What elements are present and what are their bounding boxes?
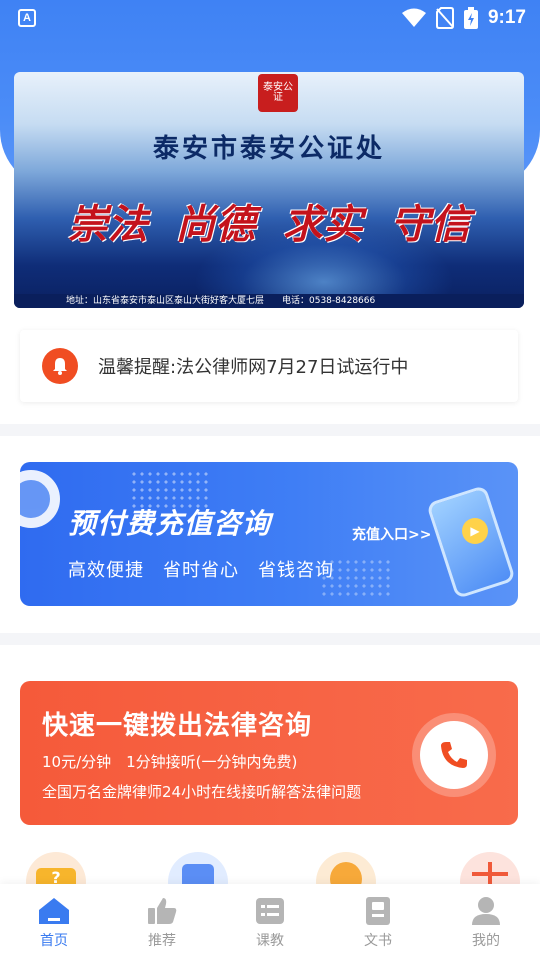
accessibility-icon: A [18, 9, 36, 27]
person-icon [472, 897, 500, 925]
call-button[interactable] [412, 713, 496, 797]
battery-charging-icon [463, 7, 478, 29]
tab-courses[interactable]: 课教 [216, 884, 324, 960]
prepay-consult-banner[interactable]: 预付费充值咨询 高效便捷 省时省心 省钱咨询 充值入口>> ▶ [20, 462, 518, 606]
play-icon: ▶ [462, 518, 488, 544]
section-divider [0, 633, 540, 645]
tab-label: 文书 [364, 933, 392, 949]
quick-call-consult-card[interactable]: 快速一键拨出法律咨询 10元/分钟 1分钟接听(一分钟内免费) 全国万名金牌律师… [20, 681, 518, 825]
app-screen: A 9:17 泰安公证 泰安市泰安公证处 崇法 尚德 求实 守信 地址：山东省泰… [0, 0, 540, 960]
tab-profile[interactable]: 我的 [432, 884, 540, 960]
motto-word: 求实 [282, 201, 363, 248]
tab-label: 我的 [472, 933, 500, 949]
no-sim-icon [435, 7, 454, 29]
wifi-icon [401, 8, 426, 27]
quick-category-row: ? [0, 848, 540, 888]
section-divider [0, 424, 540, 436]
bottom-tab-bar: 首页 推荐 课教 文书 我的 [0, 884, 540, 960]
motto-word: 尚德 [175, 201, 256, 248]
tab-label: 课教 [256, 933, 284, 949]
prepay-subtitle: 高效便捷 省时省心 省钱咨询 [68, 560, 334, 581]
phone-icon [420, 721, 488, 789]
tab-label: 首页 [40, 933, 68, 949]
tab-recommend[interactable]: 推荐 [108, 884, 216, 960]
tab-documents[interactable]: 文书 [324, 884, 432, 960]
banner-footer-address: 地址：山东省泰安市泰山区泰山大街好客大厦七层 电话：0538-8428666 [14, 294, 524, 308]
status-bar: A 9:17 [0, 0, 540, 36]
scale-category-icon[interactable] [460, 852, 520, 888]
bell-icon [42, 348, 78, 384]
money-bag-category-icon[interactable] [316, 852, 376, 888]
notary-seal-logo: 泰安公证 [258, 74, 298, 112]
banner-motto: 崇法 尚德 求实 守信 [14, 192, 524, 250]
prepay-title: 预付费充值咨询 [68, 507, 272, 540]
consult-price: 10元/分钟 1分钟接听(一分钟内免费) [42, 753, 298, 771]
notary-banner[interactable]: 泰安公证 泰安市泰安公证处 崇法 尚德 求实 守信 地址：山东省泰安市泰山区泰山… [14, 72, 524, 308]
edit-category-icon[interactable] [168, 852, 228, 888]
thumbs-up-icon [148, 898, 177, 924]
banner-title: 泰安市泰安公证处 [152, 134, 385, 164]
status-time: 9:17 [487, 7, 526, 28]
notice-bar[interactable]: 温馨提醒:法公律师网7月27日试运行中 [20, 330, 518, 402]
home-icon [39, 898, 69, 924]
consult-title: 快速一键拨出法律咨询 [42, 711, 313, 741]
list-icon [256, 898, 284, 924]
tab-label: 推荐 [148, 933, 176, 949]
notice-text: 温馨提醒:法公律师网7月27日试运行中 [98, 357, 409, 378]
motto-word: 守信 [390, 201, 471, 248]
recharge-entry-link[interactable]: 充值入口>> [352, 524, 431, 544]
document-icon [366, 897, 390, 925]
question-category-icon[interactable]: ? [26, 852, 86, 888]
tab-home[interactable]: 首页 [0, 884, 108, 960]
consult-description: 全国万名金牌律师24小时在线接听解答法律问题 [42, 783, 362, 801]
decorative-circle [20, 470, 60, 528]
motto-word: 崇法 [67, 201, 148, 248]
